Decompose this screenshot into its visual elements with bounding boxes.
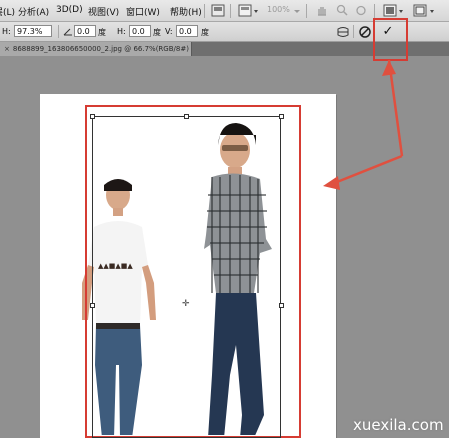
bridge-icon[interactable] [211,4,225,17]
horizontal-skew-unit: 度 [153,28,161,37]
free-transform-bounding-box[interactable] [92,116,281,438]
menu-analysis[interactable]: 分析(A) [18,5,49,18]
hand-tool-icon[interactable] [316,4,328,17]
zoom-tool-icon[interactable] [336,4,348,17]
transform-handle-top-left[interactable] [90,114,95,119]
arrange-documents-icon[interactable] [238,4,260,17]
highlight-frame-commit [373,18,408,61]
transform-handle-top-right[interactable] [279,114,284,119]
vertical-skew-label: V: [165,27,173,36]
watermark-text: xuexila.com [353,416,444,434]
transform-center-point[interactable]: ✛ [182,300,190,309]
vertical-skew-field[interactable]: 0.0 [176,25,198,37]
screen-mode-icon[interactable] [383,4,405,17]
annotation-arrow [323,59,404,190]
rotate-angle-field[interactable]: 0.0 [74,25,96,37]
menubar-divider [306,4,307,18]
rotate-view-icon[interactable] [355,4,367,17]
vertical-skew-unit: 度 [201,28,209,37]
scale-height-label: H: [2,27,11,36]
angle-icon [63,28,72,36]
zoom-level[interactable]: 100% [267,5,290,14]
menu-3d[interactable]: 3D(D) [56,5,83,15]
warp-mode-icon[interactable] [336,25,350,39]
extras-icon[interactable] [413,4,437,17]
transform-handle-left[interactable] [90,303,95,308]
horizontal-skew-label: H: [117,27,126,36]
transform-handle-top[interactable] [184,114,189,119]
menubar-divider [230,4,231,18]
document-tab-title: 8688899_163806650000_2.jpg @ 66.7%(RGB/8… [12,45,192,53]
transform-handle-right[interactable] [279,303,284,308]
menu-window[interactable]: 窗口(W) [126,5,160,18]
scale-height-field[interactable]: 97.3% [14,25,52,37]
horizontal-skew-field[interactable]: 0.0 [129,25,151,37]
chevron-down-icon[interactable] [293,4,301,17]
cancel-transform-icon[interactable] [358,25,372,39]
menu-layer[interactable]: 层(L) [0,5,15,18]
options-divider [58,25,59,38]
options-divider [353,25,354,38]
menu-help[interactable]: 帮助(H) [170,5,202,18]
menu-view[interactable]: 视图(V) [88,5,119,18]
menubar-divider [374,4,375,18]
close-tab-icon[interactable]: × [4,45,10,53]
document-tab[interactable]: × 8688899_163806650000_2.jpg @ 66.7%(RGB/… [0,42,192,56]
rotate-degree-unit: 度 [98,28,106,37]
menubar-divider [204,4,205,18]
